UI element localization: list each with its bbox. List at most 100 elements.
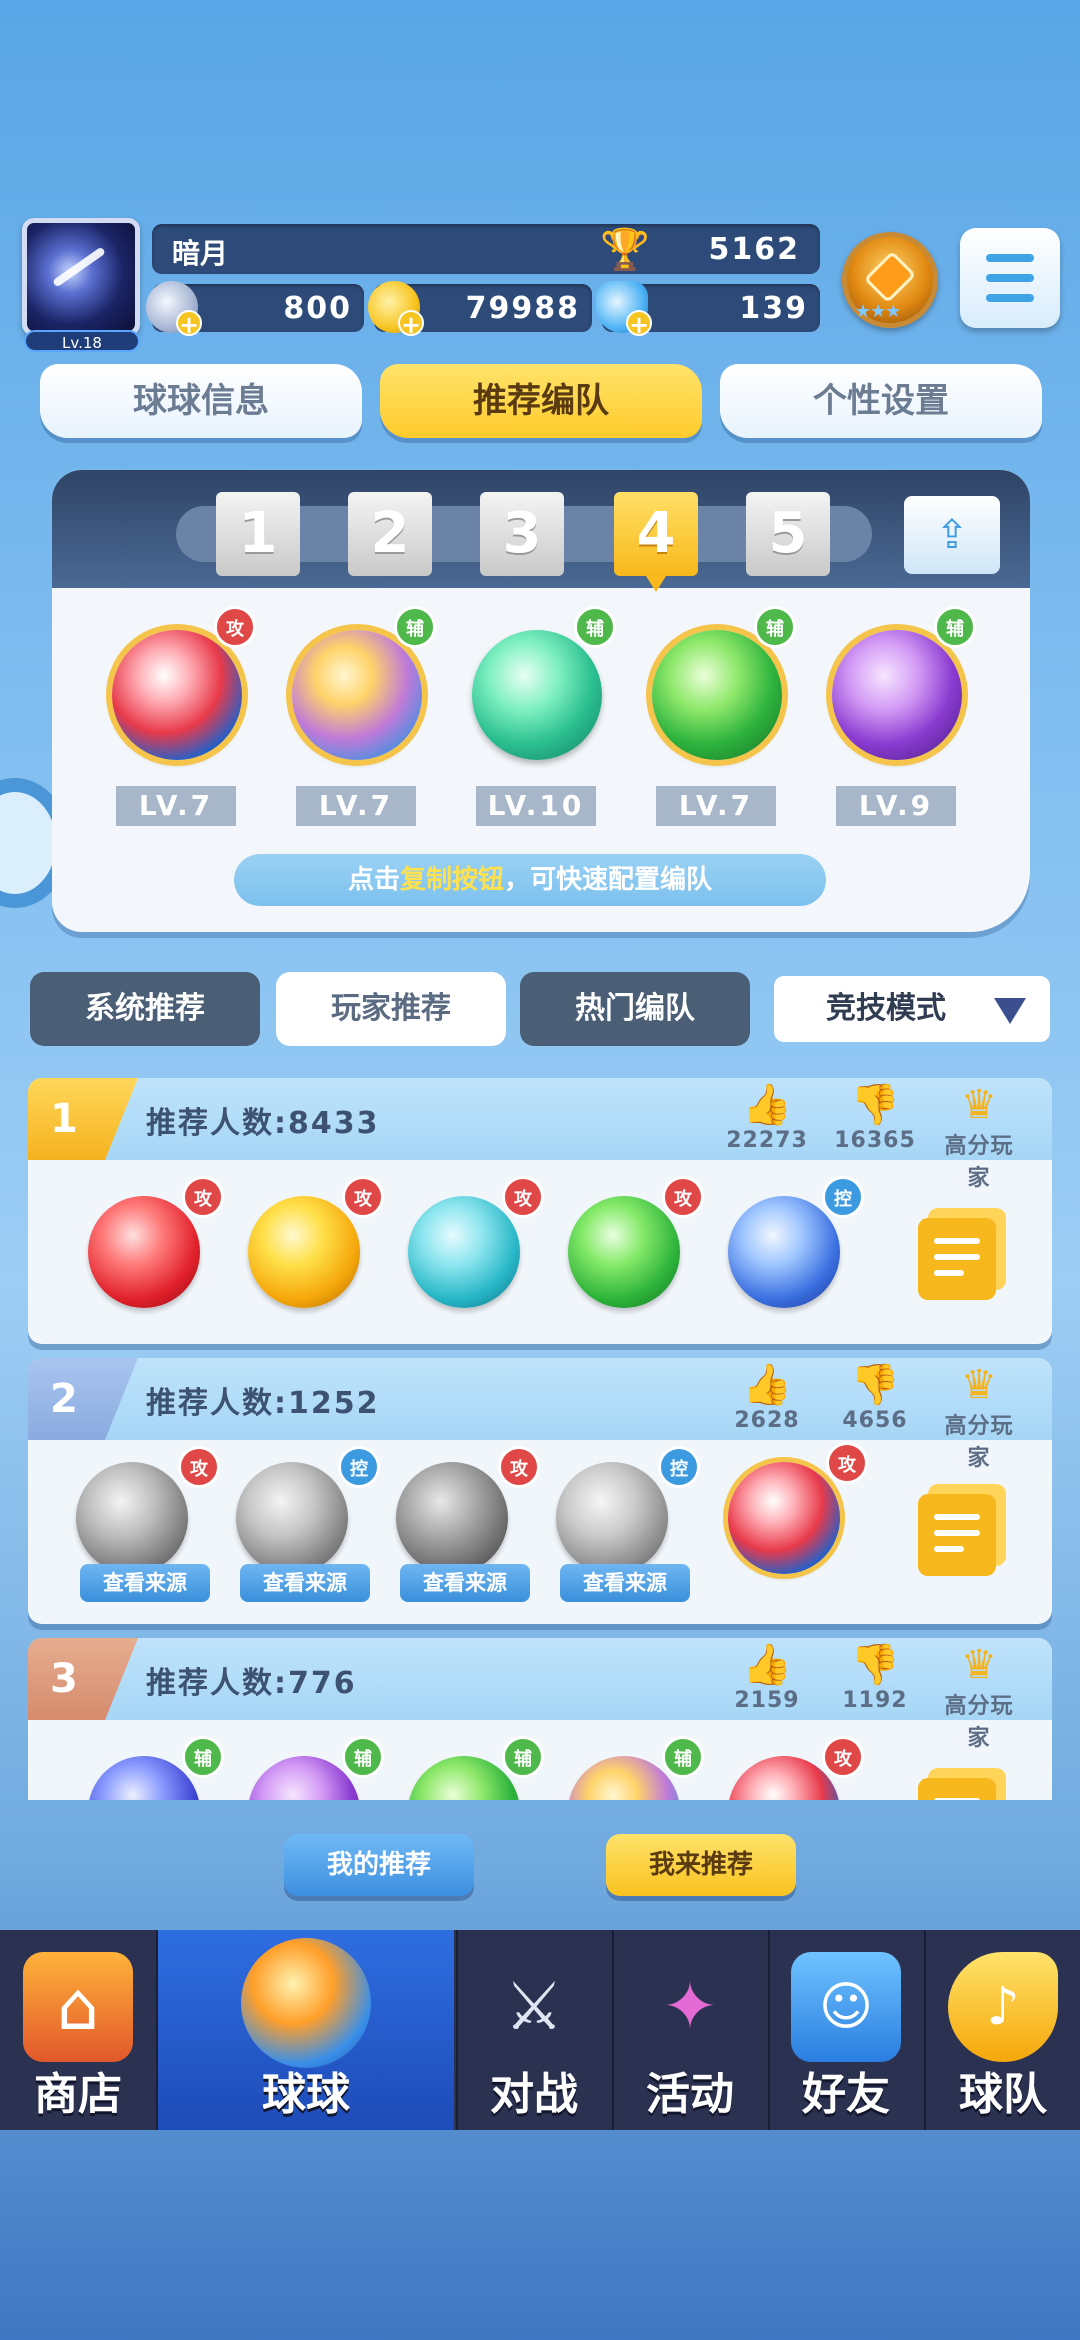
tab-ball-info[interactable]: 球球信息 bbox=[40, 364, 362, 438]
share-icon[interactable]: ⇪ bbox=[904, 496, 1000, 574]
ball-role-tag: 攻 bbox=[822, 1736, 864, 1778]
ball-level: LV.9 bbox=[836, 786, 956, 826]
locked-ball-icon[interactable] bbox=[396, 1462, 508, 1574]
locked-ball-icon[interactable] bbox=[556, 1462, 668, 1574]
ice-ball-icon[interactable] bbox=[728, 1196, 840, 1308]
team-slot-1[interactable]: 1 bbox=[216, 492, 300, 576]
crossed-swords-icon: ⚔ bbox=[504, 1968, 564, 2045]
dislike-button[interactable]: 👎 16365 bbox=[830, 1082, 920, 1153]
mode-dropdown[interactable]: 竞技模式 bbox=[774, 976, 1050, 1042]
tab-personal-settings[interactable]: 个性设置 bbox=[720, 364, 1042, 438]
ball-role-tag: 攻 bbox=[214, 606, 256, 648]
sp-ball-icon[interactable] bbox=[472, 630, 602, 760]
nav-friends[interactable]: ☺ 好友 bbox=[770, 1930, 922, 2130]
poison-skull-ball-icon[interactable] bbox=[568, 1196, 680, 1308]
like-button[interactable]: 👍 2628 bbox=[722, 1362, 812, 1433]
ball-role-tag: 攻 bbox=[662, 1176, 704, 1218]
ball-role-tag: 辅 bbox=[754, 606, 796, 648]
silver-currency[interactable]: + 800 bbox=[146, 281, 364, 338]
thumbs-down-icon: 👎 bbox=[850, 1642, 900, 1688]
team-slot-2[interactable]: 2 bbox=[348, 492, 432, 576]
team-slot-5[interactable]: 5 bbox=[746, 492, 830, 576]
mode-dropdown-value: 竞技模式 bbox=[826, 991, 946, 1026]
crowd-ball-icon[interactable] bbox=[292, 630, 422, 760]
list-item: 3 推荐人数:776 👍 2159 👎 1192 ♛ 高分玩家 辅 辅 辅 辅 攻 bbox=[28, 1638, 1052, 1800]
dislike-button[interactable]: 👎 4656 bbox=[830, 1362, 920, 1433]
whistle-icon: ♪ bbox=[948, 1952, 1058, 2062]
nav-team[interactable]: ♪ 球队 bbox=[926, 1930, 1080, 2130]
like-button[interactable]: 👍 2159 bbox=[722, 1642, 812, 1713]
ball-role-tag: 辅 bbox=[662, 1736, 704, 1778]
leaf-ball-icon[interactable] bbox=[832, 630, 962, 760]
ball-role-tag: 控 bbox=[658, 1446, 700, 1488]
wave-ball-icon[interactable] bbox=[728, 1462, 840, 1574]
fire-ball-icon[interactable] bbox=[88, 1196, 200, 1308]
nav-battle[interactable]: ⚔ 对战 bbox=[458, 1930, 610, 2130]
filter-system-recommend[interactable]: 系统推荐 bbox=[30, 972, 260, 1046]
silver-value: 800 bbox=[283, 291, 352, 326]
ball-role-tag: 辅 bbox=[934, 606, 976, 648]
ball-level: LV.10 bbox=[476, 786, 596, 826]
recommend-count: 推荐人数:1252 bbox=[146, 1386, 380, 1421]
wind-ball-icon[interactable] bbox=[408, 1196, 520, 1308]
ball-role-tag: 攻 bbox=[182, 1176, 224, 1218]
recommend-team-button[interactable]: 我来推荐 bbox=[606, 1834, 796, 1896]
nav-balls[interactable]: 球球 bbox=[158, 1930, 454, 2130]
nav-events[interactable]: ✦ 活动 bbox=[614, 1930, 766, 2130]
diamond-currency[interactable]: + 139 bbox=[596, 281, 820, 338]
ball-role-tag: 控 bbox=[338, 1446, 380, 1488]
high-score-player: ♛ 高分玩家 bbox=[934, 1082, 1024, 1192]
view-source-button[interactable]: 查看来源 bbox=[560, 1564, 690, 1602]
ball-role-tag: 辅 bbox=[394, 606, 436, 648]
ball-role-tag: 攻 bbox=[342, 1176, 384, 1218]
my-recommendations-button[interactable]: 我的推荐 bbox=[284, 1834, 474, 1896]
friends-book-icon: ☺ bbox=[791, 1952, 901, 2062]
recommendation-list[interactable]: 1 推荐人数:8433 👍 22273 👎 16365 ♛ 高分玩家 攻 攻 攻 攻 … bbox=[28, 1078, 1052, 1800]
diamond-value: 139 bbox=[739, 291, 808, 326]
ball-role-tag: 攻 bbox=[826, 1442, 868, 1484]
rank-badge-icon[interactable]: ★★★ bbox=[842, 232, 938, 328]
gold-currency[interactable]: + 79988 bbox=[368, 281, 592, 338]
team-slot-4[interactable]: 4 bbox=[614, 492, 698, 592]
ball-role-tag: 攻 bbox=[502, 1176, 544, 1218]
trophy-count: 5162 bbox=[708, 232, 800, 267]
nav-shop[interactable]: ⌂ 商店 bbox=[0, 1930, 156, 2130]
player-name: 暗月 bbox=[172, 237, 229, 270]
crown-icon: ♛ bbox=[961, 1642, 997, 1688]
ball-level: LV.7 bbox=[656, 786, 776, 826]
locked-ball-icon[interactable] bbox=[236, 1462, 348, 1574]
thumbs-down-icon: 👎 bbox=[850, 1362, 900, 1408]
card-header: 1 推荐人数:8433 👍 22273 👎 16365 ♛ 高分玩家 bbox=[28, 1078, 1052, 1191]
thumbs-down-icon: 👎 bbox=[850, 1082, 900, 1128]
dislike-button[interactable]: 👎 1192 bbox=[830, 1642, 920, 1713]
wave-ball-icon[interactable] bbox=[112, 630, 242, 760]
balls-icon bbox=[241, 1938, 371, 2068]
filter-player-recommend[interactable]: 玩家推荐 bbox=[276, 972, 506, 1046]
recommend-count: 推荐人数:8433 bbox=[146, 1106, 380, 1141]
recommend-count: 推荐人数:776 bbox=[146, 1666, 357, 1701]
view-source-button[interactable]: 查看来源 bbox=[240, 1564, 370, 1602]
add-diamond-icon[interactable]: + bbox=[626, 310, 652, 338]
menu-button[interactable] bbox=[960, 228, 1060, 328]
like-button[interactable]: 👍 22273 bbox=[722, 1082, 812, 1153]
view-source-button[interactable]: 查看来源 bbox=[80, 1564, 210, 1602]
player-avatar[interactable] bbox=[22, 218, 140, 336]
add-gold-icon[interactable]: + bbox=[398, 310, 424, 338]
card-header: 3 推荐人数:776 👍 2159 👎 1192 ♛ 高分玩家 bbox=[28, 1638, 1052, 1751]
lightning-ball-icon[interactable] bbox=[248, 1196, 360, 1308]
locked-ball-icon[interactable] bbox=[76, 1462, 188, 1574]
tab-recommended-team[interactable]: 推荐编队 bbox=[380, 364, 702, 438]
ball-role-tag: 辅 bbox=[182, 1736, 224, 1778]
view-source-button[interactable]: 查看来源 bbox=[400, 1564, 530, 1602]
copy-team-button[interactable] bbox=[918, 1494, 996, 1576]
star-arrow-ball-icon[interactable] bbox=[652, 630, 782, 760]
team-slot-3[interactable]: 3 bbox=[480, 492, 564, 576]
card-header: 2 推荐人数:1252 👍 2628 👎 4656 ♛ 高分玩家 bbox=[28, 1358, 1052, 1471]
ball-role-tag: 辅 bbox=[502, 1736, 544, 1778]
filter-hot-teams[interactable]: 热门编队 bbox=[520, 972, 750, 1046]
copy-team-button[interactable] bbox=[918, 1218, 996, 1300]
team-panel: 1 2 3 4 5 ⇪ 攻 LV.7 辅 LV.7 辅 LV.10 辅 LV.7… bbox=[52, 470, 1030, 932]
add-silver-icon[interactable]: + bbox=[176, 310, 202, 338]
ball-role-tag: 控 bbox=[822, 1176, 864, 1218]
copy-team-button[interactable] bbox=[918, 1778, 996, 1800]
